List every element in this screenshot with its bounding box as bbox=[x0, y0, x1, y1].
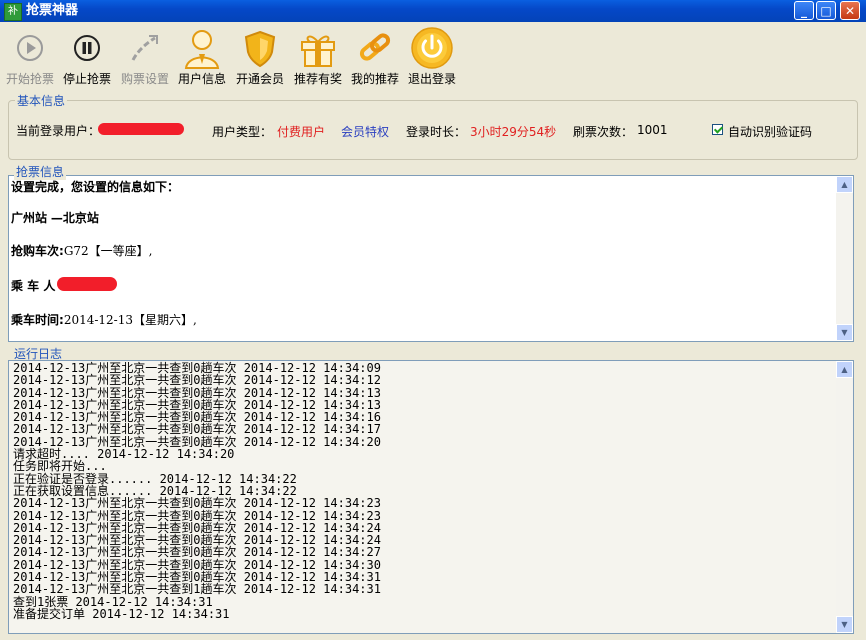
redacted-username bbox=[98, 123, 184, 135]
ticket-info-legend: 抢票信息 bbox=[14, 163, 67, 180]
train-label: 抢购车次: bbox=[11, 244, 64, 258]
info-scrollbar[interactable]: ▲ ▼ bbox=[836, 176, 853, 341]
train-line: 抢购车次:G72【一等座】, bbox=[11, 242, 152, 259]
scroll-down-button[interactable]: ▼ bbox=[836, 324, 853, 341]
start-grab-label: 开始抢票 bbox=[5, 72, 54, 86]
login-duration-label: 登录时长： bbox=[406, 125, 467, 139]
logout-label: 退出登录 bbox=[407, 72, 456, 86]
redacted-passenger bbox=[57, 277, 117, 291]
my-recommend-button[interactable]: 我的推荐 bbox=[349, 24, 401, 88]
passenger-label: 乘 车 人 bbox=[11, 279, 56, 293]
refresh-count-label: 刷票次数： bbox=[573, 125, 634, 139]
log-panel[interactable]: 2014-12-13广州至北京一共查到0趟车次 2014-12-12 14:34… bbox=[8, 360, 854, 634]
member-privilege-link[interactable]: 会员特权 bbox=[341, 123, 389, 140]
log-line: 任务即将开始... bbox=[13, 459, 107, 474]
toolbar: 开始抢票 停止抢票 购票设置 用户信息 开通会员 推荐有奖 我的推荐 退出登录 bbox=[0, 22, 866, 90]
log-scrollbar[interactable]: ▲ ▼ bbox=[836, 361, 853, 633]
settings-icon bbox=[131, 35, 158, 61]
date-label: 乘车时间: bbox=[11, 313, 64, 327]
scroll-up-button[interactable]: ▲ bbox=[836, 176, 853, 193]
gift-icon bbox=[301, 35, 335, 67]
log-line: 2014-12-13广州至北京一共查到0趟车次 2014-12-12 14:34… bbox=[13, 496, 381, 511]
stop-grab-button[interactable]: 停止抢票 bbox=[60, 24, 114, 88]
stop-grab-label: 停止抢票 bbox=[62, 72, 111, 86]
info-header: 设置完成，您设置的信息如下： bbox=[11, 180, 180, 194]
ticket-settings-label: 购票设置 bbox=[120, 72, 169, 86]
maximize-button[interactable]: □ bbox=[816, 1, 836, 20]
shield-icon bbox=[244, 30, 276, 68]
play-icon bbox=[17, 35, 43, 61]
log-scroll-up-button[interactable]: ▲ bbox=[836, 361, 853, 378]
open-membership-button[interactable]: 开通会员 bbox=[233, 24, 287, 88]
user-type-label: 用户类型： bbox=[212, 125, 273, 139]
my-recommend-label: 我的推荐 bbox=[350, 72, 399, 86]
open-membership-label: 开通会员 bbox=[235, 72, 284, 86]
log-line: 2014-12-13广州至北京一共查到1趟车次 2014-12-12 14:34… bbox=[13, 582, 381, 597]
user-icon bbox=[184, 30, 220, 69]
log-line: 2014-12-13广州至北京一共查到0趟车次 2014-12-12 14:34… bbox=[13, 508, 381, 523]
log-line: 2014-12-13广州至北京一共查到0趟车次 2014-12-12 14:34… bbox=[13, 422, 381, 437]
user-type-value: 付费用户 bbox=[277, 125, 326, 139]
from-station: 广州站 bbox=[11, 211, 48, 225]
minimize-button[interactable]: _ bbox=[794, 1, 814, 20]
log-line: 2014-12-13广州至北京一共查到0趟车次 2014-12-12 14:34… bbox=[13, 545, 381, 560]
user-info-label: 用户信息 bbox=[177, 72, 226, 86]
date-line: 乘车时间:2014-12-13【星期六】, bbox=[11, 311, 197, 328]
train-value: G72【一等座】, bbox=[63, 244, 153, 258]
log-lines: 2014-12-13广州至北京一共查到0趟车次 2014-12-12 14:34… bbox=[13, 362, 381, 621]
close-button[interactable]: ✕ bbox=[840, 1, 860, 20]
pause-icon bbox=[74, 35, 100, 61]
auto-captcha-checkbox[interactable] bbox=[712, 124, 723, 135]
date-value: 2014-12-13【星期六】, bbox=[63, 313, 197, 327]
log-line: 准备提交订单 2014-12-12 14:34:31 bbox=[13, 606, 230, 621]
login-duration-value: 3小时29分54秒 bbox=[470, 125, 557, 139]
start-grab-button[interactable]: 开始抢票 bbox=[4, 24, 56, 88]
route-line: 广州站 —北京站 bbox=[11, 209, 99, 226]
log-line: 2014-12-13广州至北京一共查到0趟车次 2014-12-12 14:34… bbox=[13, 373, 381, 388]
ticket-info-panel[interactable]: 设置完成，您设置的信息如下： 广州站 —北京站 抢购车次:G72【一等座】, 乘… bbox=[8, 175, 854, 342]
recommend-reward-label: 推荐有奖 bbox=[293, 72, 342, 86]
basic-info-legend: 基本信息 bbox=[17, 94, 66, 108]
title-bar[interactable]: 补 抢票神器 _ □ ✕ bbox=[0, 0, 866, 22]
power-icon bbox=[411, 27, 453, 69]
refresh-count-value: 1001 bbox=[637, 123, 668, 137]
link-icon bbox=[359, 33, 391, 61]
logout-button[interactable]: 退出登录 bbox=[405, 24, 459, 88]
recommend-reward-button[interactable]: 推荐有奖 bbox=[291, 24, 345, 88]
auto-captcha-label[interactable]: 自动识别验证码 bbox=[728, 123, 812, 140]
log-scroll-down-button[interactable]: ▼ bbox=[836, 616, 853, 633]
user-info-button[interactable]: 用户信息 bbox=[176, 24, 228, 88]
app-icon: 补 bbox=[4, 3, 22, 21]
current-user-label: 当前登录用户： bbox=[16, 124, 101, 138]
window-title: 抢票神器 bbox=[26, 3, 79, 18]
ticket-settings-button[interactable]: 购票设置 bbox=[118, 24, 172, 88]
to-station: —北京站 bbox=[50, 211, 99, 225]
